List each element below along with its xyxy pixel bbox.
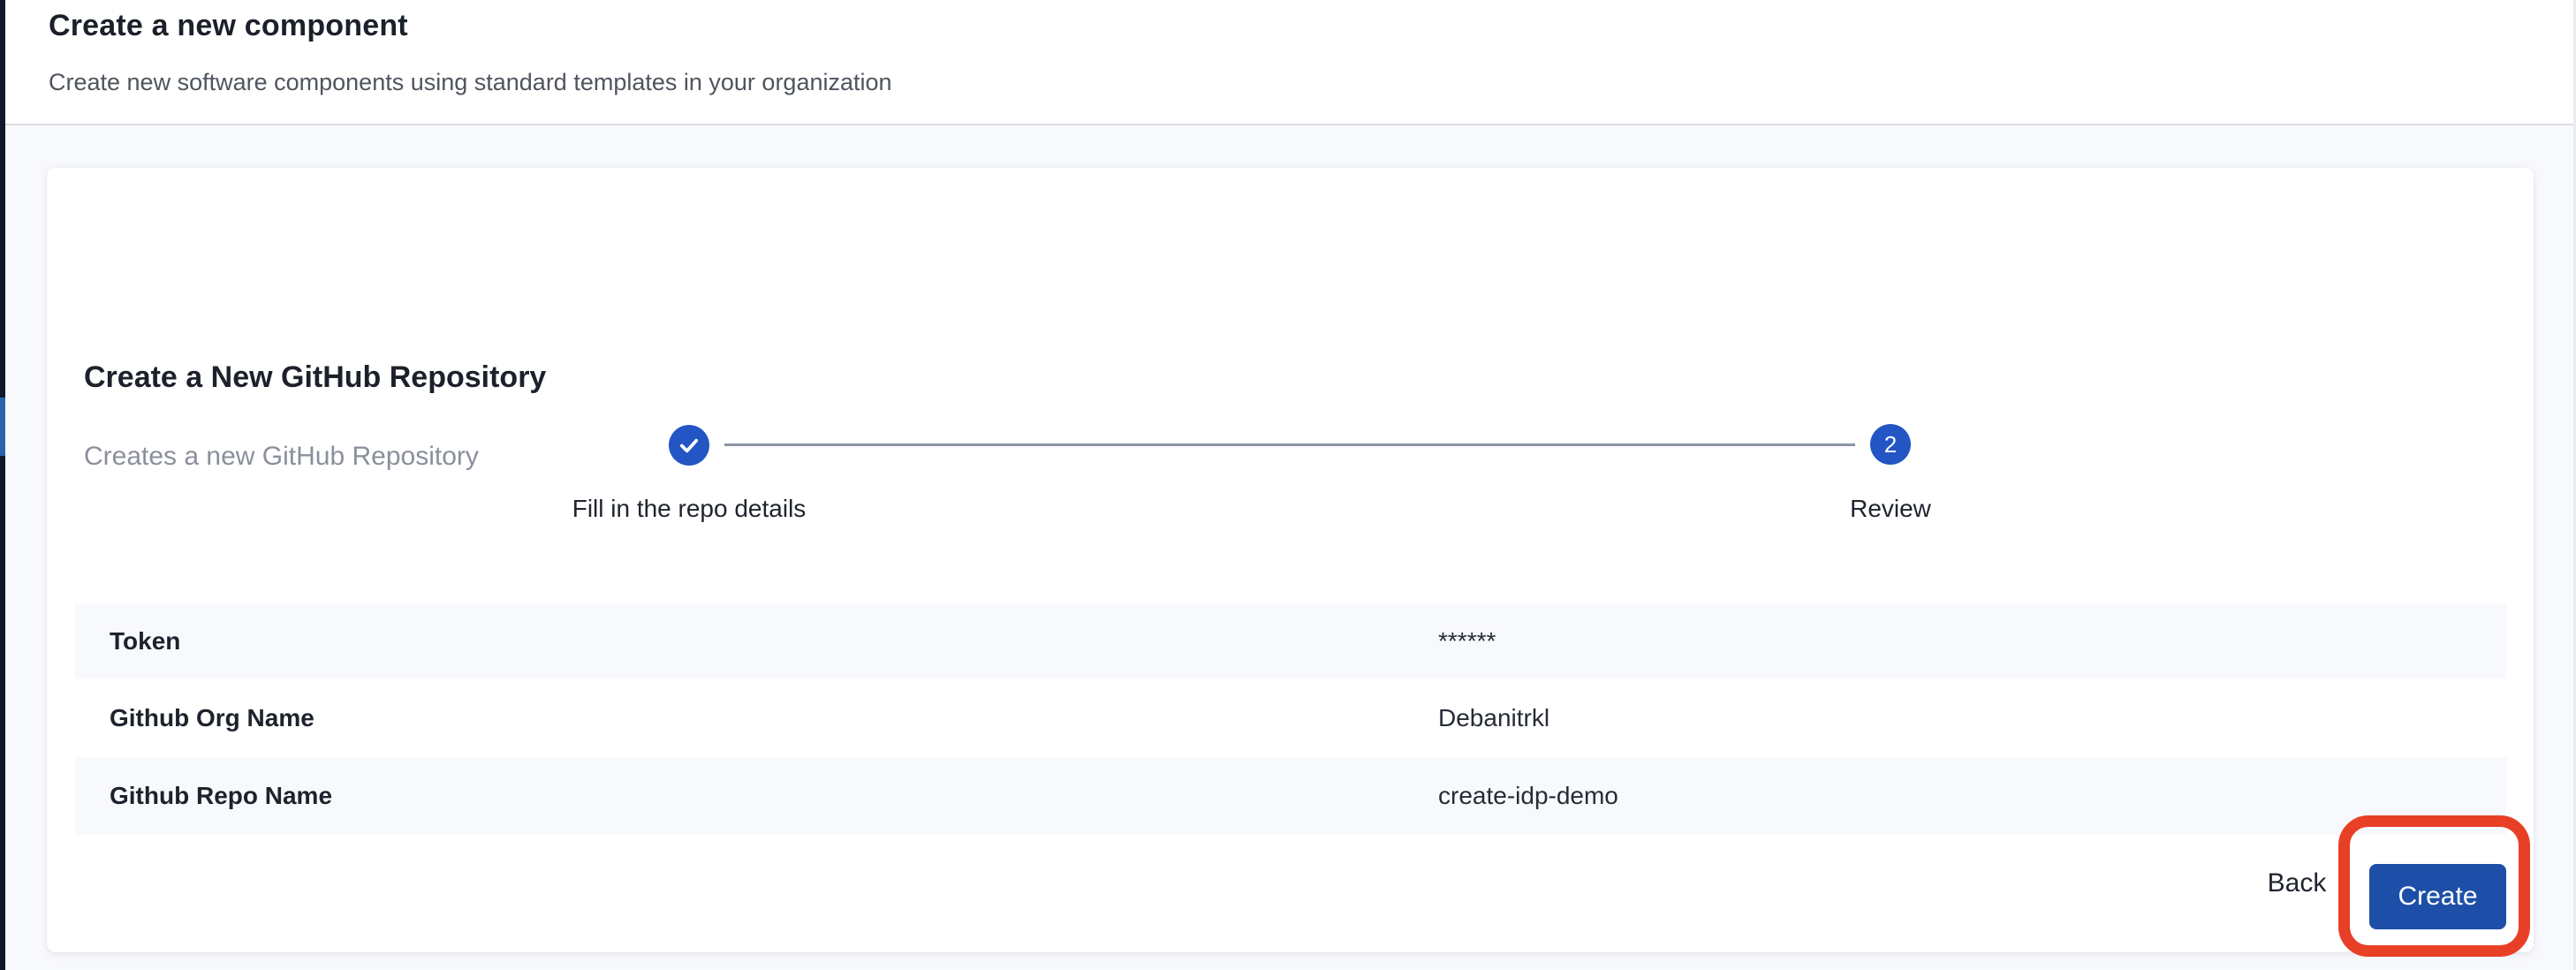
row-value-masked: ******	[1438, 627, 1496, 656]
step-1-label: Fill in the repo details	[572, 495, 807, 523]
step-2-label: Review	[1850, 495, 1931, 523]
stepper-connector-line	[724, 443, 1855, 446]
page-subtitle: Create new software components using sta…	[49, 69, 892, 96]
row-label: Github Org Name	[110, 704, 314, 732]
page-header: Create a new component Create new softwa…	[5, 0, 2576, 125]
row-label: Token	[110, 627, 180, 656]
row-value: Debanitrkl	[1438, 704, 1549, 732]
collapsed-sidebar-rail	[0, 0, 5, 970]
check-icon	[677, 433, 701, 458]
step-2-indicator-active[interactable]: 2	[1870, 424, 1911, 465]
row-label: Github Repo Name	[110, 782, 332, 810]
row-value: create-idp-demo	[1438, 782, 1618, 810]
template-wizard-card: Create a New GitHub Repository Creates a…	[47, 168, 2534, 952]
table-row-github-repo-name: Github Repo Name create-idp-demo	[75, 757, 2506, 835]
sidebar-active-accent	[0, 398, 5, 456]
step-1-indicator-completed[interactable]	[669, 425, 709, 466]
template-description: Creates a new GitHub Repository	[84, 442, 479, 472]
create-button[interactable]: Create	[2369, 864, 2506, 929]
table-row-token: Token ******	[75, 603, 2506, 678]
review-table: Token ****** Github Org Name Debanitrkl …	[75, 603, 2506, 835]
table-row-github-org-name: Github Org Name Debanitrkl	[75, 678, 2506, 757]
back-button[interactable]: Back	[2268, 868, 2327, 898]
template-title: Create a New GitHub Repository	[84, 360, 546, 395]
step-2-number: 2	[1884, 431, 1897, 458]
page-title: Create a new component	[49, 9, 408, 43]
